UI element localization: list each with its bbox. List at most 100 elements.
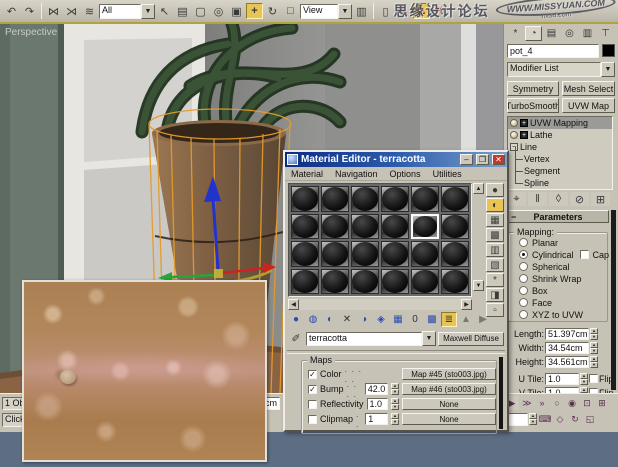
spinner[interactable]: ▲▼	[391, 383, 399, 395]
modifier-onoff-icon[interactable]	[510, 119, 518, 127]
material-slot[interactable]	[411, 241, 439, 267]
spinner[interactable]: ▲▼	[529, 413, 537, 425]
mapping-option-cylindrical[interactable]: Cylindrical Cap	[519, 249, 607, 260]
u-flip-checkbox[interactable]	[589, 374, 598, 383]
selection-filter-dropdown[interactable]: All ▼	[99, 4, 155, 19]
radio-icon[interactable]	[519, 286, 528, 295]
height-field[interactable]: 34.561cm	[545, 356, 589, 368]
material-slot[interactable]	[321, 214, 349, 240]
material-slot-active[interactable]	[411, 214, 439, 240]
stack-item-spline[interactable]: Spline	[508, 177, 612, 189]
next-frame-icon[interactable]: ≫	[520, 396, 534, 410]
chevron-down-icon[interactable]: ▼	[141, 4, 155, 19]
select-and-move-icon[interactable]: +	[246, 3, 263, 19]
clipmap-amount-field[interactable]: 1	[365, 413, 388, 425]
slot-vertical-scrollbar[interactable]: ▲ ▼	[473, 183, 484, 291]
material-slot[interactable]	[291, 241, 319, 267]
go-to-end-icon[interactable]: »	[535, 396, 549, 410]
chevron-down-icon[interactable]: ▼	[601, 62, 615, 77]
scroll-right-icon[interactable]: ▶	[461, 299, 472, 310]
select-by-material-icon[interactable]: ◨	[486, 288, 504, 302]
sample-type-sphere-icon[interactable]: ●	[486, 183, 504, 197]
select-object-icon[interactable]: ↖	[156, 3, 173, 19]
material-slot[interactable]	[351, 241, 379, 267]
material-slot[interactable]	[381, 269, 409, 295]
percent-snap-icon[interactable]: %	[431, 3, 448, 19]
radio-icon[interactable]	[519, 310, 528, 319]
bind-to-spacewarp-icon[interactable]: ≋	[81, 3, 98, 19]
minimize-button[interactable]: –	[460, 154, 473, 165]
pan-view-icon[interactable]: ◇	[553, 412, 567, 426]
pick-material-eyedropper-icon[interactable]: ✐	[288, 331, 304, 347]
material-slot[interactable]	[381, 241, 409, 267]
spinner[interactable]: ▲▼	[391, 398, 399, 410]
panel-scrollbar[interactable]	[611, 210, 616, 390]
material-slot[interactable]	[381, 186, 409, 212]
radio-icon[interactable]	[519, 298, 528, 307]
mapping-option-shrink-wrap[interactable]: Shrink Wrap	[519, 273, 607, 284]
material-slot[interactable]	[441, 214, 469, 240]
backlight-icon[interactable]: ◐	[486, 198, 504, 212]
remove-modifier-icon[interactable]: ⊘	[570, 192, 589, 206]
scroll-up-icon[interactable]: ▲	[473, 183, 484, 194]
chevron-down-icon[interactable]: ▼	[338, 4, 352, 19]
make-preview-icon[interactable]: ▧	[486, 258, 504, 272]
bump-checkbox-checked[interactable]: ✓	[308, 385, 317, 394]
symmetry-button[interactable]: Symmetry	[507, 81, 559, 96]
menu-options[interactable]: Options	[384, 169, 427, 179]
viewport-label[interactable]: Perspective	[5, 27, 57, 38]
color-map-button[interactable]: Map #45 (sto003.jpg)	[402, 368, 496, 380]
undo-icon[interactable]: ↶	[3, 3, 20, 19]
put-to-library-icon[interactable]: ▦	[390, 312, 406, 327]
mesh-select-button[interactable]: Mesh Select	[562, 81, 615, 96]
radio-icon[interactable]	[519, 238, 528, 247]
material-slot[interactable]	[291, 269, 319, 295]
background-checker-icon[interactable]: ▦	[486, 213, 504, 227]
configure-modifier-sets-icon[interactable]: ⊞	[591, 192, 610, 206]
radio-icon[interactable]	[519, 262, 528, 271]
go-to-parent-icon[interactable]: ▲	[458, 312, 474, 327]
stack-item-segment[interactable]: Segment	[508, 165, 612, 177]
select-and-scale-icon[interactable]: □	[282, 3, 299, 19]
object-name-field[interactable]: pot_4	[507, 44, 599, 58]
selection-filter-icon[interactable]: ◎	[210, 3, 227, 19]
material-slot[interactable]	[351, 214, 379, 240]
clipmap-map-button[interactable]: None	[402, 413, 496, 425]
zoom-all-icon[interactable]: ◉	[565, 396, 579, 410]
material-id-channel-icon[interactable]: 0	[407, 312, 423, 327]
restore-button[interactable]: ❐	[476, 154, 489, 165]
utilities-tab[interactable]: ⊤	[597, 26, 614, 41]
material-slot[interactable]	[291, 214, 319, 240]
show-end-result-icon[interactable]: ‖	[528, 192, 547, 206]
turbosmooth-button[interactable]: TurboSmooth	[507, 98, 559, 113]
reference-coordinate-dropdown[interactable]: View ▼	[300, 4, 352, 19]
spinner[interactable]: ▲▼	[590, 356, 598, 368]
display-tab[interactable]: ▥	[579, 26, 596, 41]
motion-tab[interactable]: ◎	[561, 26, 578, 41]
modify-tab[interactable]: ◔	[525, 26, 542, 41]
cap-checkbox[interactable]	[580, 250, 589, 259]
width-field[interactable]: 34.54cm	[545, 342, 589, 354]
material-editor-titlebar[interactable]: Material Editor - terracotta – ❐ ✕	[285, 152, 507, 167]
modifier-list-dropdown[interactable]: Modifier List ▼	[507, 62, 615, 77]
make-material-copy-icon[interactable]: ◑	[356, 312, 372, 327]
bump-amount-field[interactable]: 42.0	[365, 383, 388, 395]
material-slot[interactable]	[321, 241, 349, 267]
material-slot[interactable]	[441, 269, 469, 295]
zoom-icon[interactable]: ○	[550, 396, 564, 410]
video-color-check-icon[interactable]: ▥	[486, 243, 504, 257]
reset-map-icon[interactable]: ✕	[339, 312, 355, 327]
stack-item-lathe[interactable]: + Lathe	[508, 129, 612, 141]
material-slot[interactable]	[411, 186, 439, 212]
bump-map-button[interactable]: Map #46 (sto003.jpg)	[402, 383, 496, 395]
material-slot[interactable]	[441, 186, 469, 212]
clipmap-checkbox[interactable]	[308, 415, 317, 424]
arc-rotate-icon[interactable]: ↻	[568, 412, 582, 426]
show-map-in-viewport-icon[interactable]: ▩	[424, 312, 440, 327]
expand-icon[interactable]: +	[520, 119, 528, 127]
object-color-swatch[interactable]	[602, 44, 615, 57]
spinner[interactable]: ▲▼	[590, 328, 598, 340]
hierarchy-tab[interactable]: ▤	[543, 26, 560, 41]
make-unique-icon[interactable]: ◊	[549, 192, 568, 206]
material-slot[interactable]	[351, 186, 379, 212]
